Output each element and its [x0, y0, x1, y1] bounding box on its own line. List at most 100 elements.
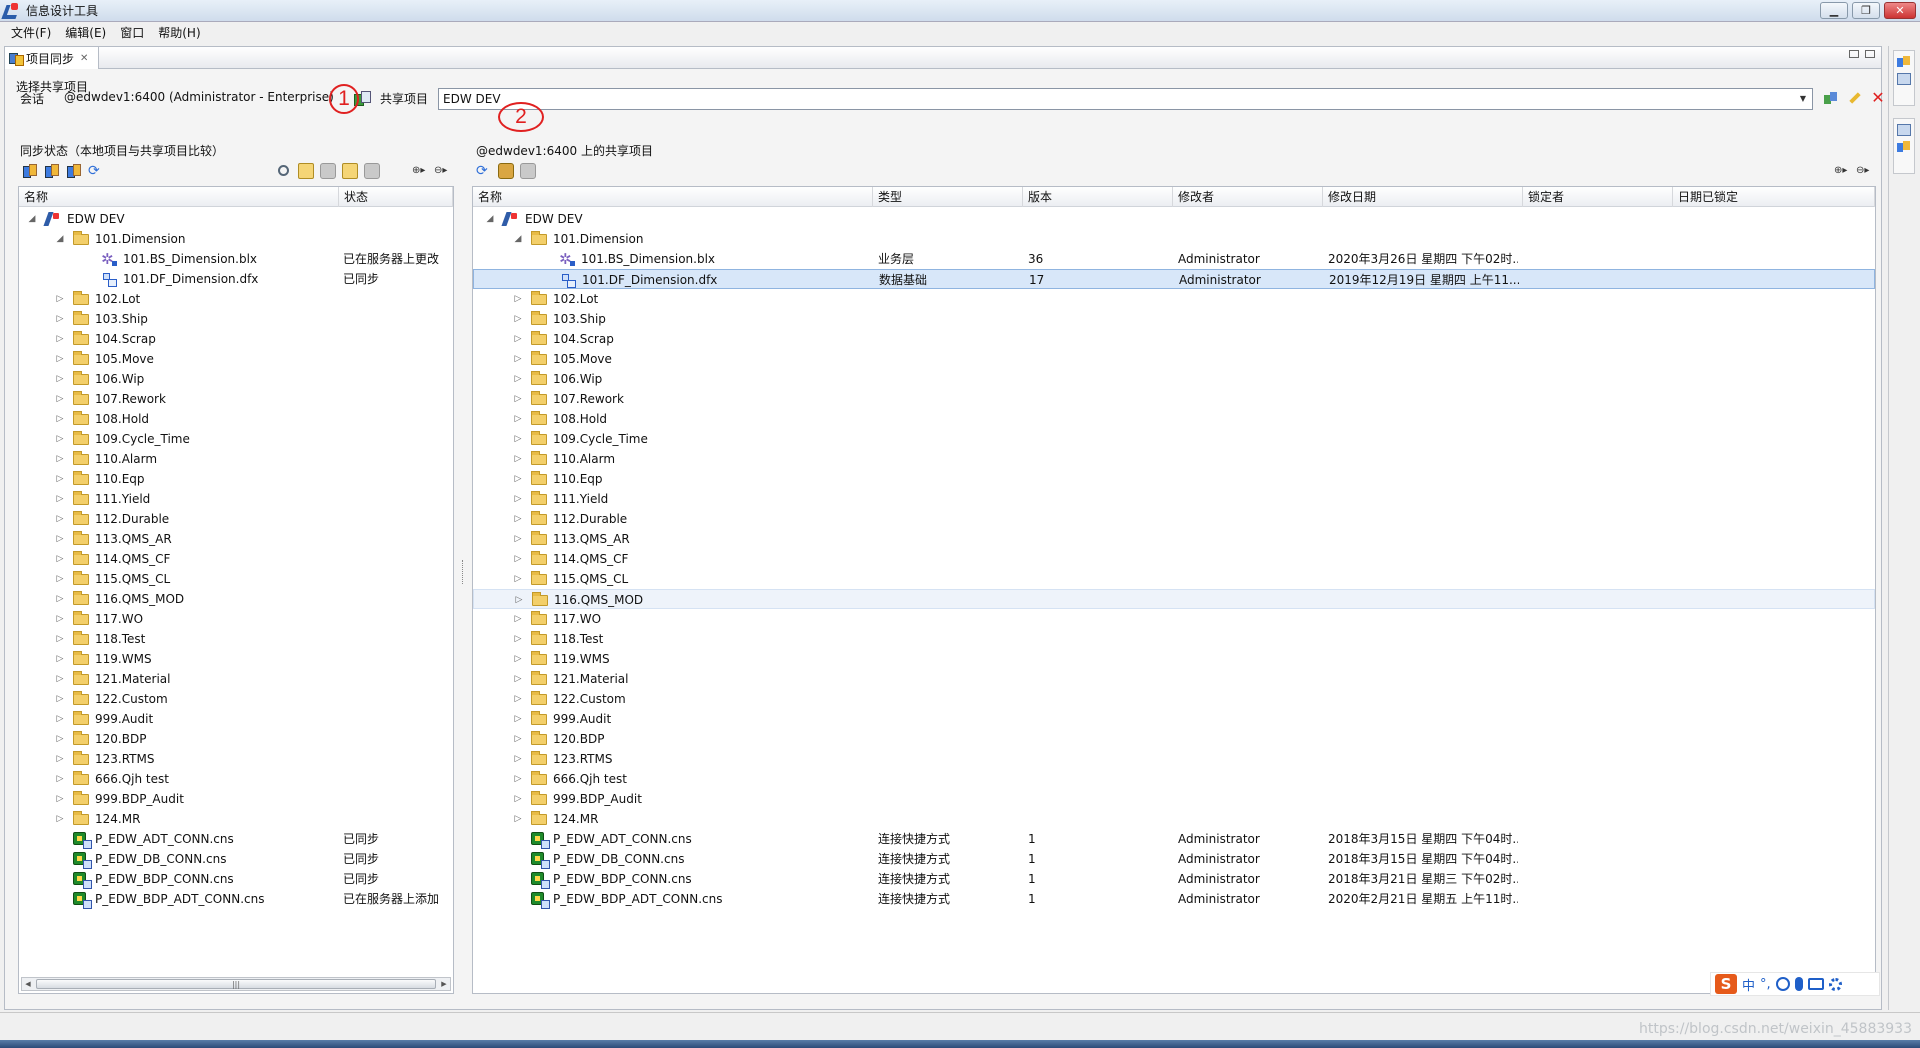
horizontal-scrollbar[interactable]: ◀ ||| ▶ [21, 977, 451, 991]
tree-row[interactable]: ▷ 113.QMS_AR [473, 529, 1875, 549]
expand-toggle-icon[interactable]: ▷ [55, 629, 65, 649]
expand-toggle-icon[interactable]: ▷ [514, 590, 524, 610]
expand-toggle-icon[interactable]: ▷ [55, 309, 65, 329]
expand-toggle-icon[interactable]: ▷ [55, 709, 65, 729]
tree-row[interactable]: ◢ EDW DEV [19, 209, 453, 229]
tree-row[interactable]: ▷ 113.QMS_AR [19, 529, 453, 549]
tree-row[interactable]: ▷ 105.Move [19, 349, 453, 369]
expand-toggle-icon[interactable]: ▷ [513, 469, 523, 489]
expand-toggle-icon[interactable]: ▷ [55, 749, 65, 769]
tree-row[interactable]: ▷ 999.BDP_Audit [473, 789, 1875, 809]
tree-row[interactable]: ▷ 120.BDP [473, 729, 1875, 749]
collapse-toggle-icon[interactable]: ◢ [55, 229, 65, 249]
tree-row[interactable]: ▷ 110.Eqp [473, 469, 1875, 489]
expand-toggle-icon[interactable]: ▷ [55, 469, 65, 489]
sync-view-icon[interactable] [1897, 141, 1911, 153]
ime-mode[interactable]: 中 [1742, 975, 1755, 994]
tree-row[interactable]: ▷ 114.QMS_CF [19, 549, 453, 569]
tree-row[interactable]: 101.DF_Dimension.dfx 已同步 [19, 269, 453, 289]
menu-edit[interactable]: 编辑(E) [58, 24, 113, 41]
tree-row[interactable]: ▷ 116.QMS_MOD [19, 589, 453, 609]
pane-splitter[interactable] [462, 560, 465, 584]
tree-row[interactable]: ▷ 122.Custom [19, 689, 453, 709]
expand-all-icon[interactable]: ⊕▸ [412, 163, 428, 179]
filter-synced-icon[interactable] [320, 163, 336, 179]
tree-row[interactable]: ▷ 120.BDP [19, 729, 453, 749]
tree-row[interactable]: P_EDW_BDP_ADT_CONN.cns 连接快捷方式 1 Administrat… [473, 889, 1875, 909]
tree-row[interactable]: P_EDW_BDP_ADT_CONN.cns 已在服务器上添加 [19, 889, 453, 909]
expand-toggle-icon[interactable]: ▷ [55, 809, 65, 829]
tree-row[interactable]: ▷ 124.MR [19, 809, 453, 829]
tree-row[interactable]: P_EDW_ADT_CONN.cns 连接快捷方式 1 Administrator 20… [473, 829, 1875, 849]
expand-toggle-icon[interactable]: ▷ [513, 709, 523, 729]
tree-row[interactable]: ▷ 102.Lot [19, 289, 453, 309]
menu-file[interactable]: 文件(F) [4, 24, 58, 41]
expand-toggle-icon[interactable]: ▷ [513, 489, 523, 509]
edit-project-icon[interactable] [1846, 90, 1862, 106]
collapse-toggle-icon[interactable]: ◢ [513, 229, 523, 249]
tree-row[interactable]: 101.DF_Dimension.dfx 数据基础 17 Administrator 2… [473, 269, 1875, 289]
tree-row[interactable]: P_EDW_BDP_CONN.cns 连接快捷方式 1 Administrator 20… [473, 869, 1875, 889]
tree-row[interactable]: ▷ 124.MR [473, 809, 1875, 829]
expand-toggle-icon[interactable]: ▷ [513, 509, 523, 529]
shared-project-select[interactable]: EDW DEV ▼ [438, 88, 1813, 110]
tree-row[interactable]: ▷ 999.Audit [19, 709, 453, 729]
project-view-icon[interactable] [1897, 56, 1911, 68]
column-locked-by[interactable]: 锁定者 [1523, 187, 1673, 207]
tree-row[interactable]: ▷ 111.Yield [473, 489, 1875, 509]
expand-toggle-icon[interactable]: ▷ [513, 349, 523, 369]
column-name[interactable]: 名称 [473, 187, 873, 207]
expand-toggle-icon[interactable]: ▷ [55, 289, 65, 309]
tree-row[interactable]: ▷ 107.Rework [473, 389, 1875, 409]
close-button[interactable]: ✕ [1884, 2, 1916, 19]
expand-toggle-icon[interactable]: ▷ [513, 689, 523, 709]
column-type[interactable]: 类型 [873, 187, 1023, 207]
emoji-icon[interactable] [1775, 977, 1790, 991]
shared-project-tree[interactable]: 名称 类型 版本 修改者 修改日期 锁定者 日期已锁定 ◢ EDW DEV ◢ 101… [472, 186, 1876, 994]
tree-row[interactable]: ▷ 119.WMS [19, 649, 453, 669]
tree-row[interactable]: ◢ 101.Dimension [473, 229, 1875, 249]
expand-toggle-icon[interactable]: ▷ [55, 509, 65, 529]
restore-button[interactable]: ❐ [1852, 2, 1880, 19]
expand-toggle-icon[interactable]: ▷ [513, 669, 523, 689]
expand-toggle-icon[interactable]: ▷ [55, 609, 65, 629]
tree-row[interactable]: ▷ 123.RTMS [19, 749, 453, 769]
scroll-right-icon[interactable]: ▶ [438, 978, 450, 990]
column-name[interactable]: 名称 [19, 187, 339, 207]
tree-row[interactable]: ▷ 117.WO [19, 609, 453, 629]
expand-toggle-icon[interactable]: ▷ [513, 629, 523, 649]
tree-row[interactable]: ▷ 123.RTMS [473, 749, 1875, 769]
publish-changes-icon[interactable] [44, 163, 60, 179]
tree-row[interactable]: 101.BS_Dimension.blx 已在服务器上更改 [19, 249, 453, 269]
tree-row[interactable]: P_EDW_BDP_CONN.cns 已同步 [19, 869, 453, 889]
tab-close-icon[interactable]: ✕ [80, 53, 88, 64]
tab-project-sync[interactable]: 项目同步 ✕ [5, 47, 99, 69]
expand-toggle-icon[interactable]: ▷ [513, 389, 523, 409]
tree-row[interactable]: ▷ 999.BDP_Audit [19, 789, 453, 809]
column-locked-date[interactable]: 日期已锁定 [1673, 187, 1875, 207]
microphone-icon[interactable] [1794, 977, 1803, 991]
expand-toggle-icon[interactable]: ▷ [513, 329, 523, 349]
expand-all-icon[interactable]: ⊕▸ [1834, 163, 1850, 179]
tree-row[interactable]: ▷ 999.Audit [473, 709, 1875, 729]
column-modifier[interactable]: 修改者 [1173, 187, 1323, 207]
expand-toggle-icon[interactable]: ▷ [55, 589, 65, 609]
expand-toggle-icon[interactable]: ▷ [513, 449, 523, 469]
view-minimize-icon[interactable] [1849, 50, 1859, 58]
tree-row[interactable]: ▷ 121.Material [19, 669, 453, 689]
expand-toggle-icon[interactable]: ▷ [513, 649, 523, 669]
tree-row[interactable]: ▷ 119.WMS [473, 649, 1875, 669]
scroll-left-icon[interactable]: ◀ [22, 978, 34, 990]
tree-row[interactable]: ▷ 106.Wip [473, 369, 1875, 389]
expand-toggle-icon[interactable]: ▷ [513, 729, 523, 749]
expand-toggle-icon[interactable]: ▷ [513, 609, 523, 629]
tree-row[interactable]: ▷ 117.WO [473, 609, 1875, 629]
delete-project-icon[interactable]: ✕ [1870, 90, 1886, 106]
tree-row[interactable]: ▷ 114.QMS_CF [473, 549, 1875, 569]
expand-toggle-icon[interactable]: ▷ [55, 669, 65, 689]
expand-toggle-icon[interactable]: ▷ [513, 289, 523, 309]
ime-logo[interactable]: S [1715, 974, 1737, 994]
tree-row[interactable]: P_EDW_ADT_CONN.cns 已同步 [19, 829, 453, 849]
collapse-toggle-icon[interactable]: ◢ [485, 209, 495, 229]
menu-help[interactable]: 帮助(H) [151, 24, 207, 41]
